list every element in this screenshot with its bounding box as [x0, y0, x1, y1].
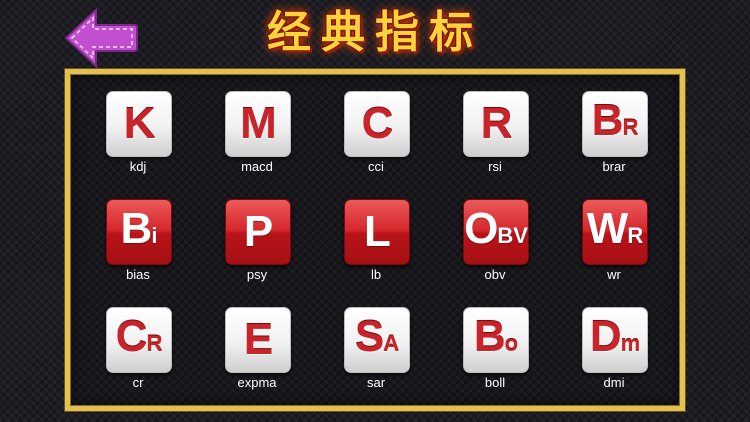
indicator-icon-wr: WR — [582, 199, 648, 265]
indicator-label: sar — [366, 375, 386, 390]
indicator-icon-psy: P — [225, 199, 291, 265]
indicator-label: macd — [241, 159, 273, 174]
indicator-glyph: WR — [586, 200, 644, 264]
glyph-big: M — [240, 99, 277, 148]
glyph-small: m — [620, 330, 641, 356]
indicator-glyph: SA — [354, 308, 400, 372]
indicator-glyph: Dm — [589, 308, 641, 372]
indicator-glyph: BR — [591, 92, 639, 156]
glyph-big: D — [589, 311, 622, 361]
indicator-label: kdj — [129, 159, 147, 174]
indicator-tile-cci[interactable]: Ccci — [316, 91, 436, 191]
glyph-small: o — [504, 330, 519, 356]
glyph-small: R — [622, 114, 639, 140]
glyph-small: A — [383, 330, 400, 356]
indicator-icon-obv: OBV — [463, 199, 529, 265]
indicator-glyph: C — [361, 92, 394, 156]
indicator-glyph: Bi — [120, 200, 158, 264]
indicator-label: obv — [484, 267, 506, 282]
indicator-tile-bias[interactable]: Bi bias — [78, 199, 198, 299]
indicator-label: psy — [246, 267, 268, 282]
indicator-icon-kdj: K — [106, 91, 172, 157]
indicator-icon-bias: Bi — [106, 199, 172, 265]
glyph-big: W — [586, 203, 629, 253]
indicator-glyph: CR — [115, 308, 163, 372]
indicator-icon-cci: C — [344, 91, 410, 157]
indicator-icon-rsi: R — [463, 91, 529, 157]
indicator-glyph: L — [364, 200, 391, 264]
indicator-glyph: M — [240, 92, 277, 156]
glyph-big: K — [123, 99, 156, 148]
glyph-big: S — [354, 311, 384, 361]
indicator-label: dmi — [603, 375, 625, 390]
indicator-tile-rsi[interactable]: Rrsi — [435, 91, 555, 191]
indicator-label: cr — [132, 375, 144, 390]
indicator-tile-cr[interactable]: CR cr — [78, 307, 198, 407]
indicator-grid: Kkdj Mmacd Ccci Rrsi BR brar Bi bias Ppsy Llb OBV o… — [0, 0, 750, 422]
indicator-tile-kdj[interactable]: Kkdj — [78, 91, 198, 191]
glyph-small: i — [151, 222, 158, 248]
glyph-big: R — [480, 99, 513, 148]
indicator-tile-brar[interactable]: BR brar — [554, 91, 674, 191]
indicator-tile-sar[interactable]: SA sar — [316, 307, 436, 407]
glyph-small: R — [146, 330, 163, 356]
indicator-icon-sar: SA — [344, 307, 410, 373]
indicator-label: cci — [368, 159, 384, 174]
glyph-big: C — [361, 99, 394, 148]
glyph-big: P — [243, 207, 273, 256]
glyph-big: B — [591, 95, 624, 145]
glyph-big: O — [464, 203, 498, 253]
glyph-small: R — [627, 222, 644, 248]
indicator-glyph: Bo — [473, 308, 519, 372]
indicator-glyph: P — [243, 200, 273, 264]
indicator-glyph: E — [243, 308, 273, 372]
indicator-label: expma — [237, 375, 277, 390]
indicator-label: rsi — [488, 159, 502, 174]
glyph-big: E — [243, 315, 273, 364]
indicator-icon-lb: L — [344, 199, 410, 265]
indicator-icon-dmi: Dm — [582, 307, 648, 373]
indicator-label: brar — [602, 159, 626, 174]
indicator-tile-psy[interactable]: Ppsy — [197, 199, 317, 299]
indicator-glyph: K — [123, 92, 156, 156]
indicator-icon-brar: BR — [582, 91, 648, 157]
indicator-glyph: OBV — [464, 200, 528, 264]
glyph-small: BV — [497, 222, 528, 248]
indicator-tile-wr[interactable]: WR wr — [554, 199, 674, 299]
indicator-label: wr — [607, 267, 621, 282]
indicator-label: boll — [484, 375, 506, 390]
glyph-big: C — [115, 311, 148, 361]
indicator-tile-obv[interactable]: OBV obv — [435, 199, 555, 299]
indicator-icon-macd: M — [225, 91, 291, 157]
indicator-label: lb — [370, 267, 382, 282]
glyph-big: B — [473, 311, 506, 361]
indicator-icon-expma: E — [225, 307, 291, 373]
indicator-icon-cr: CR — [106, 307, 172, 373]
indicator-tile-boll[interactable]: Bo boll — [435, 307, 555, 407]
indicator-tile-lb[interactable]: Llb — [316, 199, 436, 299]
glyph-big: B — [120, 203, 153, 253]
indicator-tile-macd[interactable]: Mmacd — [197, 91, 317, 191]
indicator-tile-expma[interactable]: Eexpma — [197, 307, 317, 407]
indicator-tile-dmi[interactable]: Dm dmi — [554, 307, 674, 407]
glyph-big: L — [364, 207, 391, 256]
indicator-icon-boll: Bo — [463, 307, 529, 373]
indicator-glyph: R — [480, 92, 513, 156]
indicator-label: bias — [126, 267, 150, 282]
